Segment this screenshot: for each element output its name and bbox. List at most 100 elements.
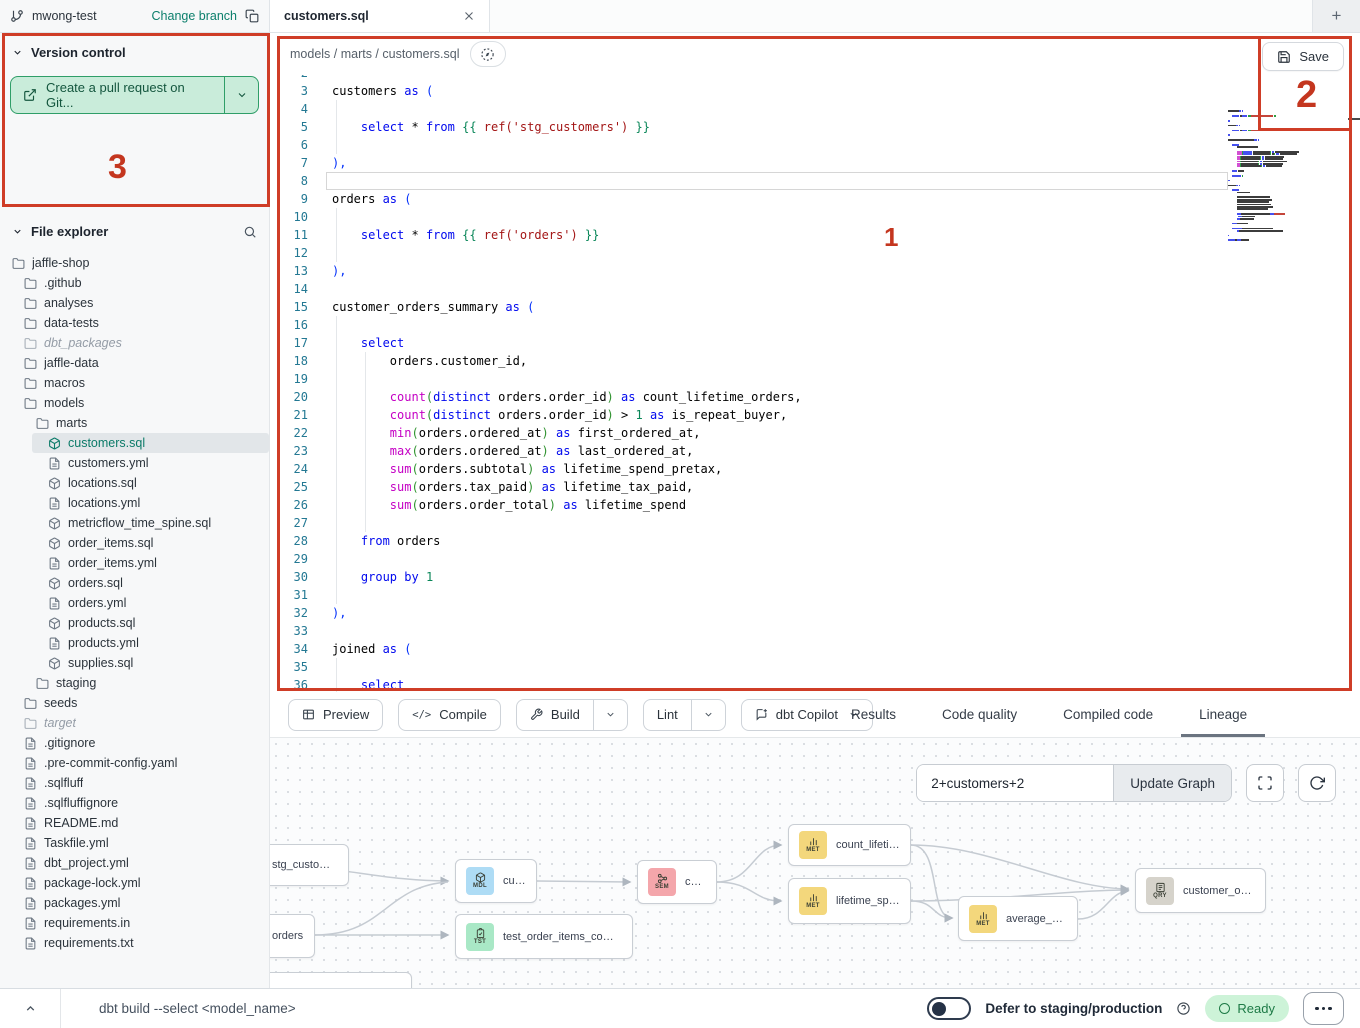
tab-lineage[interactable]: Lineage [1193,692,1253,737]
change-branch-link[interactable]: Change branch [152,9,237,23]
chevron-up-icon[interactable] [0,1002,60,1015]
lineage-node-customers[interactable]: SEMcustomers [637,860,717,904]
file-tree-item-requirements-txt[interactable]: requirements.txt [0,933,269,953]
lineage-node-customer-order-metrics[interactable]: QRYcustomer_order_metrics [1135,868,1266,913]
file-tree-item-seeds[interactable]: seeds [0,693,269,713]
file-tree-item-products-sql[interactable]: products.sql [0,613,269,633]
defer-toggle[interactable] [927,997,971,1020]
file-tree-item-packages-yml[interactable]: packages.yml [0,893,269,913]
command-input[interactable]: dbt build --select <model_name> [99,1001,927,1016]
file-tree-item--pre-commit-config-yaml[interactable]: .pre-commit-config.yaml [0,753,269,773]
fullscreen-icon [1257,775,1273,791]
lineage-filter-group: Update Graph [916,764,1232,802]
new-tab-button[interactable]: + [1312,0,1360,32]
help-icon[interactable] [1176,1001,1191,1016]
indent-guide [336,442,337,460]
file-tree-label: .sqlfluffignore [44,796,118,810]
minimap[interactable] [1228,108,1320,242]
file-tree-item-target[interactable]: target [0,713,269,733]
file-tree-item-readme-md[interactable]: README.md [0,813,269,833]
create-pr-button[interactable]: Create a pull request on Git... [11,77,224,113]
code-editor[interactable]: 23customers as (45 select * from {{ ref(… [270,75,1360,692]
lineage-filter-input[interactable] [917,765,1113,801]
file-tree-item--sqlfluff[interactable]: .sqlfluff [0,773,269,793]
lineage-node-customers[interactable]: MDLcustomers [455,859,537,903]
file-tree-item-taskfile-yml[interactable]: Taskfile.yml [0,833,269,853]
file-tree-item-order-items-yml[interactable]: order_items.yml [0,553,269,573]
line-number: 36 [270,676,308,692]
more-options-button[interactable] [1303,992,1344,1025]
file-explorer-header[interactable]: File explorer [0,212,269,247]
file-tree-item-dbt-packages[interactable]: dbt_packages [0,333,269,353]
create-pr-caret-button[interactable] [224,77,258,113]
file-tree-label: dbt_packages [44,336,122,350]
file-tree-item-analyses[interactable]: analyses [0,293,269,313]
indent-guide [365,388,366,406]
file-tree-item-jaffle-shop[interactable]: jaffle-shop [0,253,269,273]
lineage-controls: Update Graph [916,764,1336,802]
compile-button[interactable]: </>Compile [398,699,501,731]
tab-code-quality[interactable]: Code quality [936,692,1023,737]
line-number: 10 [270,208,308,226]
fullscreen-button[interactable] [1246,764,1284,802]
file-tree-item-customers-sql[interactable]: customers.sql [32,433,269,453]
lint-button[interactable]: Lint [643,699,726,731]
tab-results[interactable]: Results [845,692,902,737]
line-number: 23 [270,442,308,460]
file-tree-item-data-tests[interactable]: data-tests [0,313,269,333]
file-tree-item-order-items-sql[interactable]: order_items.sql [0,533,269,553]
file-tree-item-customers-yml[interactable]: customers.yml [0,453,269,473]
lineage-node-average-order-value[interactable]: METaverage_order_value [958,896,1078,941]
line-number: 21 [270,406,308,424]
search-icon[interactable] [243,225,257,239]
editor-pane: models / marts / customers.sql Save 23cu… [270,33,1360,692]
version-control-header[interactable]: Version control [0,33,269,68]
lineage-node[interactable] [270,972,412,988]
file-tree-item-models[interactable]: models [0,393,269,413]
lineage-node-count-lifetime-orders[interactable]: METcount_lifetime_orders [788,824,911,866]
preview-button[interactable]: Preview [288,699,383,731]
code-line-2: 2 [270,75,1228,82]
file-tree-item-locations-yml[interactable]: locations.yml [0,493,269,513]
file-tree-item-orders-sql[interactable]: orders.sql [0,573,269,593]
file-tree-item--sqlfluffignore[interactable]: .sqlfluffignore [0,793,269,813]
mdl-node-icon: MDL [466,867,494,895]
file-tree-item-dbt-project-yml[interactable]: dbt_project.yml [0,853,269,873]
lineage-node-test-order-items-compute-to-bools-[interactable]: TSTtest_order_items_compute_to_bools... [455,914,633,959]
indent-guide [336,514,337,532]
file-icon [24,797,37,810]
file-tree-item--github[interactable]: .github [0,273,269,293]
file-tree-item-requirements-in[interactable]: requirements.in [0,913,269,933]
refresh-button[interactable] [1298,764,1336,802]
lineage-node-stg-customers[interactable]: MDLstg_customers [270,844,349,886]
build-button[interactable]: Build [516,699,628,731]
file-tree-item-products-yml[interactable]: products.yml [0,633,269,653]
file-icon [24,837,37,850]
update-graph-button[interactable]: Update Graph [1113,765,1231,801]
file-icon [24,777,37,790]
line-number: 7 [270,154,308,172]
code-line-20: 20 count(distinct orders.order_id) as co… [270,388,1228,406]
file-tree-item-orders-yml[interactable]: orders.yml [0,593,269,613]
file-tree-item-staging[interactable]: staging [0,673,269,693]
tab-compiled-code[interactable]: Compiled code [1057,692,1159,737]
close-icon[interactable] [463,10,475,22]
file-tree-item-jaffle-data[interactable]: jaffle-data [0,353,269,373]
lineage-node-lifetime-spend-pretax[interactable]: METlifetime_spend_pretax [788,878,911,924]
file-tree-item--gitignore[interactable]: .gitignore [0,733,269,753]
copy-icon[interactable] [245,9,259,23]
tab-customers-sql[interactable]: customers.sql [270,0,490,32]
file-tree-item-package-lock-yml[interactable]: package-lock.yml [0,873,269,893]
line-number: 6 [270,136,308,154]
file-tree-item-metricflow-time-spine-sql[interactable]: metricflow_time_spine.sql [0,513,269,533]
model-cube-icon [48,657,61,670]
file-tree-item-locations-sql[interactable]: locations.sql [0,473,269,493]
chevron-down-button[interactable] [691,700,725,730]
lineage-node-orders[interactable]: MDLorders [270,914,315,958]
save-button[interactable]: Save [1262,42,1344,71]
chevron-down-button[interactable] [593,700,627,730]
file-tree-item-marts[interactable]: marts [0,413,269,433]
file-tree-item-supplies-sql[interactable]: supplies.sql [0,653,269,673]
compass-button[interactable] [470,41,506,67]
file-tree-item-macros[interactable]: macros [0,373,269,393]
